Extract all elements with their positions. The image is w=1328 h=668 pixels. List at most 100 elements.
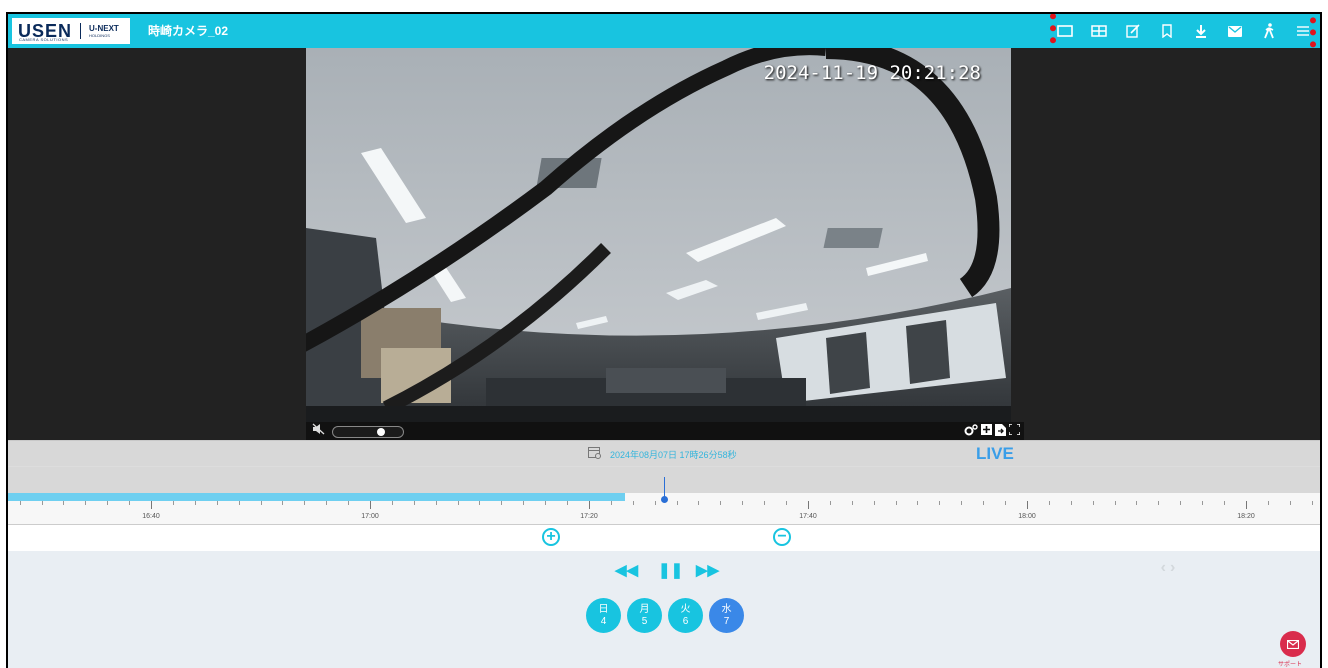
timeline[interactable]: 16:40 17:00 17:20 17:40 18:00 18:20: [8, 466, 1320, 525]
timeline-tick: [217, 501, 218, 505]
live-button[interactable]: LIVE: [976, 444, 1014, 464]
timeline-tick: [830, 501, 831, 505]
timeline-tick: [655, 501, 656, 505]
app-window: USEN CAMERA SOLUTIONS U-NEXT HOLDINGS 時崎…: [6, 12, 1322, 668]
timeline-tick: [764, 501, 765, 505]
timeline-major-tick: [1246, 501, 1247, 509]
camera-title: 時崎カメラ_02: [148, 24, 229, 38]
volume-slider[interactable]: [332, 426, 404, 438]
brand-logo[interactable]: USEN CAMERA SOLUTIONS U-NEXT HOLDINGS: [12, 18, 130, 44]
day-weekday: 日: [598, 603, 609, 615]
timeline-tick: [720, 501, 721, 505]
camera-feed[interactable]: 2024-11-19 20:21:28: [306, 48, 1011, 422]
timeline-tick: [1224, 501, 1225, 505]
timeline-tick: [742, 501, 743, 505]
zoom-row: + −: [8, 524, 1320, 552]
fullscreen-icon[interactable]: [1008, 423, 1021, 438]
timeline-axis: 16:40 17:00 17:20 17:40 18:00 18:20: [8, 501, 1320, 525]
mute-icon[interactable]: [312, 423, 326, 438]
zoom-in-button[interactable]: +: [542, 528, 560, 546]
timeline-tick: [1005, 501, 1006, 505]
timeline-major-tick: [1027, 501, 1028, 509]
day-selector: 日 4 月 5 火 6 水 7: [586, 598, 744, 633]
timeline-tick: [852, 501, 853, 505]
timeline-tick: [392, 501, 393, 505]
video-viewer: 2024-11-19 20:21:28: [8, 48, 1320, 440]
day-button-wed[interactable]: 水 7: [709, 598, 744, 633]
calendar-icon[interactable]: [588, 446, 601, 462]
day-number: 4: [600, 615, 607, 627]
walking-person-icon[interactable]: [1252, 14, 1286, 48]
bookmark-icon[interactable]: [1150, 14, 1184, 48]
timeline-tick: [458, 501, 459, 505]
timeline-tick: [304, 501, 305, 505]
timeline-tick: [874, 501, 875, 505]
timeline-tick: [1049, 501, 1050, 505]
timeline-tick: [1268, 501, 1269, 505]
timeline-time-label: 17:20: [580, 513, 598, 520]
timeline-tick: [63, 501, 64, 505]
pause-button[interactable]: ❚❚: [658, 561, 683, 579]
timeline-tick: [436, 501, 437, 505]
day-number: 6: [682, 615, 689, 627]
logo-divider: [80, 23, 82, 39]
timeline-tick: [939, 501, 940, 505]
timeline-tick: [1158, 501, 1159, 505]
rewind-button[interactable]: ◀◀: [615, 561, 638, 579]
day-button-sun[interactable]: 日 4: [586, 598, 621, 633]
day-button-mon[interactable]: 月 5: [627, 598, 662, 633]
mail-icon: [1287, 639, 1299, 649]
timeline-tick: [195, 501, 196, 505]
timeline-tick: [545, 501, 546, 505]
timeline-tick: [1071, 501, 1072, 505]
timeline-tick: [173, 501, 174, 505]
timeline-tick: [261, 501, 262, 505]
timeline-tick: [1312, 501, 1313, 505]
nav-arrows: ‹ ›: [1150, 559, 1186, 577]
partner-logo: U-NEXT HOLDINGS: [89, 23, 119, 38]
bookmark-add-icon[interactable]: [981, 424, 992, 438]
timeline-time-label: 17:00: [361, 513, 379, 520]
day-number: 5: [641, 615, 648, 627]
video-tools: [964, 422, 1021, 440]
timeline-tick: [633, 501, 634, 505]
day-weekday: 火: [680, 603, 691, 615]
timeline-tick: [326, 501, 327, 505]
timeline-tick: [501, 501, 502, 505]
playback-datetime[interactable]: 2024年08月07日 17時26分58秒: [610, 448, 737, 461]
timeline-tick: [239, 501, 240, 505]
timeline-major-tick: [808, 501, 809, 509]
timeline-major-tick: [589, 501, 590, 509]
partner-name: U-NEXT: [89, 23, 119, 33]
day-button-tue[interactable]: 火 6: [668, 598, 703, 633]
support-mail-button[interactable]: [1280, 631, 1306, 657]
menu-icon[interactable]: [1286, 14, 1320, 48]
settings-gear-icon[interactable]: [964, 423, 978, 439]
fast-forward-button[interactable]: ▶▶: [696, 561, 719, 579]
day-weekday: 水: [721, 603, 732, 615]
mail-icon[interactable]: [1218, 14, 1252, 48]
prev-arrow-button[interactable]: ‹: [1161, 559, 1166, 577]
single-view-icon[interactable]: [1048, 14, 1082, 48]
timeline-tick: [348, 501, 349, 505]
download-icon[interactable]: [1184, 14, 1218, 48]
file-export-icon[interactable]: [995, 423, 1006, 439]
timeline-tick: [42, 501, 43, 505]
next-arrow-button[interactable]: ›: [1170, 559, 1175, 577]
timeline-tick: [282, 501, 283, 505]
timeline-time-label: 18:20: [1237, 513, 1255, 520]
timeline-tick: [1180, 501, 1181, 505]
timeline-tick: [698, 501, 699, 505]
timeline-major-tick: [370, 501, 371, 509]
timeline-tick: [1093, 501, 1094, 505]
timeline-tick: [677, 501, 678, 505]
playback-panel: ◀◀ ❚❚ ▶▶ ‹ › 日 4 月 5 火 6 水 7 サポート: [8, 551, 1320, 668]
timeline-tick: [1136, 501, 1137, 505]
day-weekday: 月: [639, 603, 650, 615]
grid-view-icon[interactable]: [1082, 14, 1116, 48]
edit-icon[interactable]: [1116, 14, 1150, 48]
timeline-time-label: 18:00: [1018, 513, 1036, 520]
timeline-tick: [1202, 501, 1203, 505]
volume-knob[interactable]: [377, 428, 385, 436]
zoom-out-button[interactable]: −: [773, 528, 791, 546]
